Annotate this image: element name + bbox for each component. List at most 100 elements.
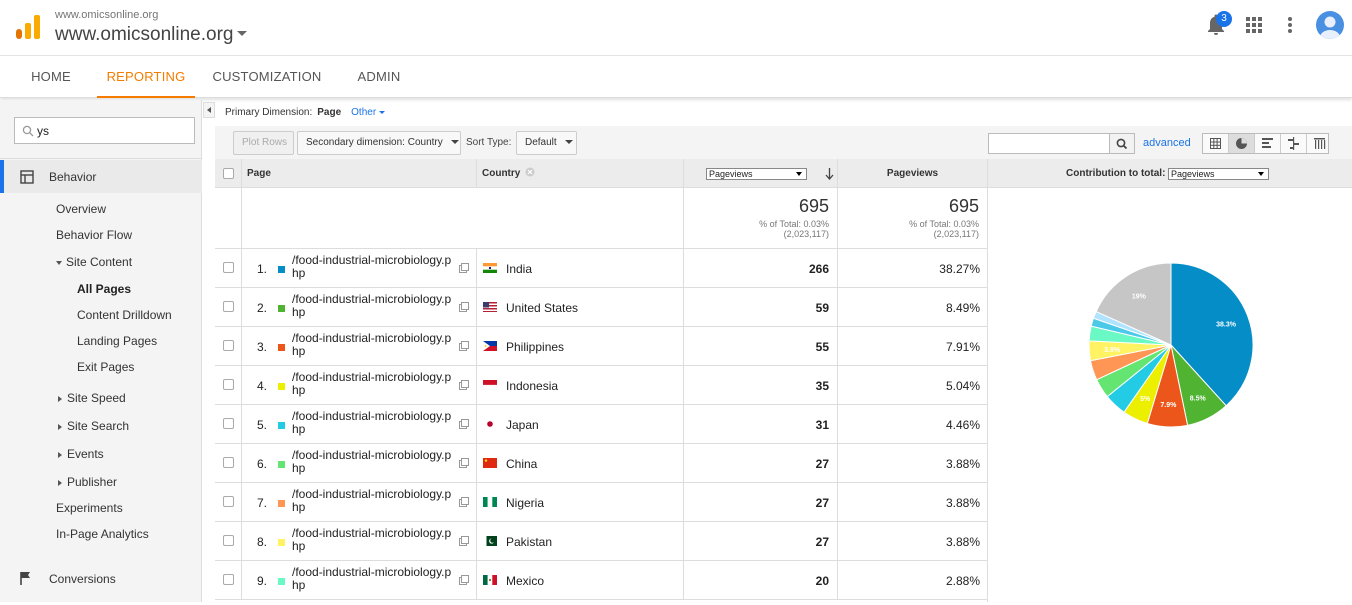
sidebar-collapse-button[interactable] <box>203 102 215 118</box>
metric-select[interactable]: Pageviews <box>706 168 807 180</box>
open-page-icon[interactable] <box>459 419 469 429</box>
tab-customization[interactable]: CUSTOMIZATION <box>207 56 327 98</box>
row-country-link[interactable]: Indonesia <box>506 379 558 393</box>
primary-dimension-other[interactable]: Other <box>351 107 386 118</box>
open-page-icon[interactable] <box>459 380 469 390</box>
row-country-link[interactable]: Pakistan <box>506 535 552 549</box>
row-page-link[interactable]: /food-industrial-microbiology.php <box>292 332 457 358</box>
analytics-logo-icon[interactable] <box>16 15 40 39</box>
sidebar-item-landing-pages[interactable]: Landing Pages <box>77 334 157 348</box>
row-checkbox[interactable] <box>223 574 234 585</box>
row-country-link[interactable]: Nigeria <box>506 496 544 510</box>
row-country-link[interactable]: Japan <box>506 418 539 432</box>
sidebar-search[interactable] <box>14 117 195 144</box>
property-selector[interactable]: www.omicsonline.org <box>55 24 233 46</box>
row-checkbox[interactable] <box>223 379 234 390</box>
select-all-checkbox[interactable] <box>223 168 234 179</box>
row-page-link[interactable]: /food-industrial-microbiology.php <box>292 488 457 514</box>
row-page-link[interactable]: /food-industrial-microbiology.php <box>292 449 457 475</box>
caret-right-icon <box>58 479 62 486</box>
row-country-link[interactable]: Philippines <box>506 340 564 354</box>
remove-dimension-icon[interactable] <box>525 167 535 177</box>
table-search-button[interactable] <box>1109 133 1135 154</box>
sidebar-item-conversions[interactable]: Conversions <box>49 572 116 586</box>
tab-reporting[interactable]: REPORTING <box>97 56 195 98</box>
row-country-link[interactable]: Mexico <box>506 574 544 588</box>
sidebar-search-input[interactable] <box>37 122 187 140</box>
chevron-down-icon[interactable] <box>237 31 247 36</box>
open-page-icon[interactable] <box>459 458 469 468</box>
sort-descending-icon[interactable] <box>825 168 834 180</box>
sidebar-item-publisher[interactable]: Publisher <box>58 475 117 489</box>
row-page-link[interactable]: /food-industrial-microbiology.php <box>292 371 457 397</box>
advanced-filter-link[interactable]: advanced <box>1143 137 1191 149</box>
sidebar-item-behavior[interactable]: Behavior <box>0 160 202 193</box>
table-row[interactable]: 20 2.88% 9. /food-industrial-microbiology.p… <box>215 561 988 600</box>
sidebar-item-content-drilldown[interactable]: Content Drilldown <box>77 308 172 322</box>
open-page-icon[interactable] <box>459 263 469 273</box>
open-page-icon[interactable] <box>459 536 469 546</box>
table-row[interactable]: 31 4.46% 5. /food-industrial-microbiology.p… <box>215 405 988 444</box>
contribution-select[interactable]: Pageviews <box>1168 168 1269 180</box>
table-row[interactable]: 27 3.88% 6. /food-industrial-microbiology.p… <box>215 444 988 483</box>
primary-dimension-page[interactable]: Page <box>317 107 341 118</box>
row-country-link[interactable]: India <box>506 262 532 276</box>
total-percent-text: % of Total: 0.03% <box>909 219 979 229</box>
plot-rows-button[interactable]: Plot Rows <box>233 131 294 155</box>
row-percent: 38.27% <box>939 262 980 276</box>
row-checkbox[interactable] <box>223 262 234 273</box>
secondary-dimension-select[interactable]: Secondary dimension: Country <box>297 131 461 155</box>
open-page-icon[interactable] <box>459 497 469 507</box>
row-checkbox[interactable] <box>223 340 234 351</box>
row-country-link[interactable]: China <box>506 457 537 471</box>
row-checkbox[interactable] <box>223 457 234 468</box>
row-page-link[interactable]: /food-industrial-microbiology.php <box>292 566 457 592</box>
column-header-pageviews[interactable]: Pageviews <box>838 159 988 188</box>
view-pie-button[interactable] <box>1229 134 1255 153</box>
table-row[interactable]: 27 3.88% 7. /food-industrial-microbiology.p… <box>215 483 988 522</box>
sidebar-item-experiments[interactable]: Experiments <box>56 501 123 515</box>
sidebar-item-all-pages[interactable]: All Pages <box>77 282 131 296</box>
sidebar-item-behavior-flow[interactable]: Behavior Flow <box>56 228 132 242</box>
view-pivot-button[interactable] <box>1307 134 1332 153</box>
row-rank: 2. <box>257 301 268 315</box>
caret-down-icon <box>379 110 386 114</box>
total-percent-text: % of Total: 0.03% <box>759 219 829 229</box>
sidebar-item-exit-pages[interactable]: Exit Pages <box>77 360 134 374</box>
row-checkbox[interactable] <box>223 301 234 312</box>
sidebar-item-site-search[interactable]: Site Search <box>58 419 129 433</box>
tab-admin[interactable]: ADMIN <box>345 56 413 98</box>
row-page-link[interactable]: /food-industrial-microbiology.php <box>292 527 457 553</box>
table-search-input[interactable] <box>988 133 1110 154</box>
sidebar-item-in-page-analytics[interactable]: In-Page Analytics <box>56 527 149 541</box>
row-checkbox[interactable] <box>223 496 234 507</box>
more-vert-icon[interactable] <box>1284 16 1296 34</box>
row-checkbox[interactable] <box>223 535 234 546</box>
sort-type-select[interactable]: Default <box>516 131 577 155</box>
tab-home[interactable]: HOME <box>18 56 84 98</box>
row-country-link[interactable]: United States <box>506 301 578 315</box>
sidebar-item-overview[interactable]: Overview <box>56 202 106 216</box>
view-table-button[interactable] <box>1203 134 1229 153</box>
open-page-icon[interactable] <box>459 302 469 312</box>
row-page-link[interactable]: /food-industrial-microbiology.php <box>292 293 457 319</box>
view-comparison-button[interactable] <box>1281 134 1307 153</box>
row-checkbox[interactable] <box>223 418 234 429</box>
table-row[interactable]: 27 3.88% 8. /food-industrial-microbiology.p… <box>215 522 988 561</box>
sidebar-item-events[interactable]: Events <box>58 447 104 461</box>
user-avatar[interactable] <box>1316 11 1344 39</box>
table-row[interactable]: 266 38.27% 1. /food-industrial-microbiology… <box>215 249 988 288</box>
open-page-icon[interactable] <box>459 575 469 585</box>
column-header-country[interactable]: Country <box>477 159 684 188</box>
column-header-page[interactable]: Page <box>242 159 477 188</box>
sidebar-item-site-content[interactable]: Site Content <box>56 255 132 269</box>
sidebar-item-site-speed[interactable]: Site Speed <box>58 391 126 405</box>
apps-grid-icon[interactable] <box>1246 17 1262 33</box>
row-page-link[interactable]: /food-industrial-microbiology.php <box>292 254 457 280</box>
table-row[interactable]: 35 5.04% 4. /food-industrial-microbiology.p… <box>215 366 988 405</box>
table-row[interactable]: 59 8.49% 2. /food-industrial-microbiology.p… <box>215 288 988 327</box>
view-performance-button[interactable] <box>1255 134 1281 153</box>
table-row[interactable]: 55 7.91% 3. /food-industrial-microbiology.p… <box>215 327 988 366</box>
row-page-link[interactable]: /food-industrial-microbiology.php <box>292 410 457 436</box>
open-page-icon[interactable] <box>459 341 469 351</box>
